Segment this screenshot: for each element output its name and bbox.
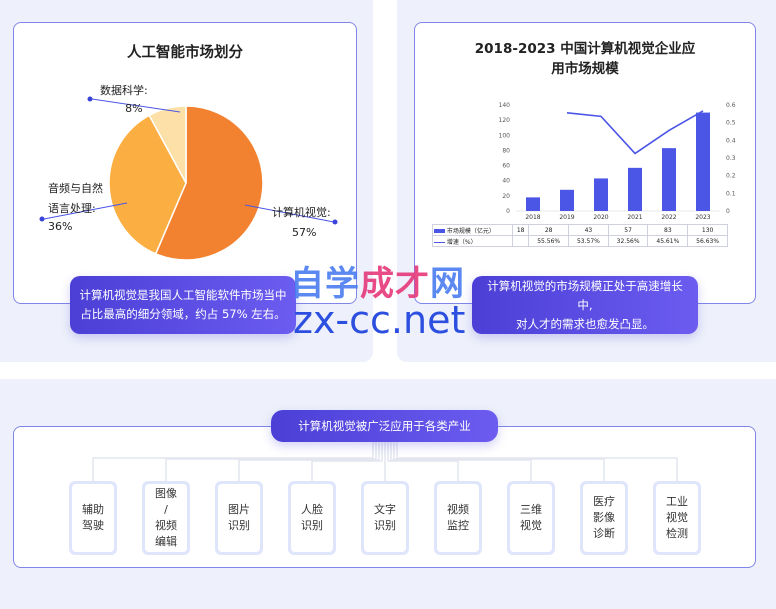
industry-item-label: 图像 / 视频 编辑 xyxy=(145,484,187,552)
industry-item-label: 工业 视觉 检测 xyxy=(656,484,698,552)
industry-item: 三维 视觉 xyxy=(507,481,555,555)
industry-item: 视频 监控 xyxy=(434,481,482,555)
industry-item: 图像 / 视频 编辑 xyxy=(142,481,190,555)
industry-item-label: 文字 识别 xyxy=(364,484,406,552)
industry-pill: 计算机视觉被广泛应用于各类产业 xyxy=(271,410,498,442)
industry-item: 人脸 识别 xyxy=(288,481,336,555)
industry-item: 工业 视觉 检测 xyxy=(653,481,701,555)
industry-pill-label: 计算机视觉被广泛应用于各类产业 xyxy=(298,419,471,433)
industry-item-label: 图片 识别 xyxy=(218,484,260,552)
industry-item-label: 视频 监控 xyxy=(437,484,479,552)
industry-item: 图片 识别 xyxy=(215,481,263,555)
connector-line xyxy=(387,442,459,481)
industry-item: 辅助 驾驶 xyxy=(69,481,117,555)
industry-item-label: 三维 视觉 xyxy=(510,484,552,552)
industry-item-label: 医疗 影像 诊断 xyxy=(583,484,625,552)
connector-line xyxy=(311,442,383,481)
industry-item: 医疗 影像 诊断 xyxy=(580,481,628,555)
industry-item-label: 人脸 识别 xyxy=(291,484,333,552)
industry-item: 文字 识别 xyxy=(361,481,409,555)
industry-item-label: 辅助 驾驶 xyxy=(72,484,114,552)
